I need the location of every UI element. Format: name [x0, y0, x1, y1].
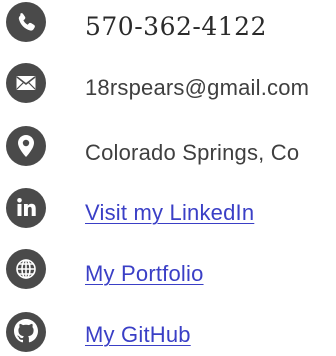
location-text: Colorado Springs, Co — [85, 140, 300, 165]
phone-number: 570-362-4122 — [85, 12, 267, 41]
map-pin-icon — [6, 126, 46, 166]
contact-location-row: Colorado Springs, Co — [0, 126, 336, 178]
github-icon[interactable] — [6, 310, 46, 352]
contact-email-row: 18rspears@gmail.com — [0, 63, 336, 115]
portfolio-link[interactable]: My Portfolio — [85, 263, 204, 285]
contact-phone-row: 570-362-4122 — [0, 2, 336, 54]
envelope-icon — [6, 63, 46, 103]
linkedin-link[interactable]: Visit my LinkedIn — [85, 202, 254, 224]
contact-linkedin-row: Visit my LinkedIn — [0, 188, 336, 240]
contact-github-row: My GitHub — [0, 310, 336, 356]
github-link[interactable]: My GitHub — [85, 324, 191, 346]
phone-icon — [6, 2, 46, 42]
email-address: 18rspears@gmail.com — [85, 75, 310, 100]
linkedin-icon[interactable] — [6, 188, 46, 228]
globe-icon[interactable] — [6, 249, 46, 289]
contact-portfolio-row: My Portfolio — [0, 249, 336, 301]
